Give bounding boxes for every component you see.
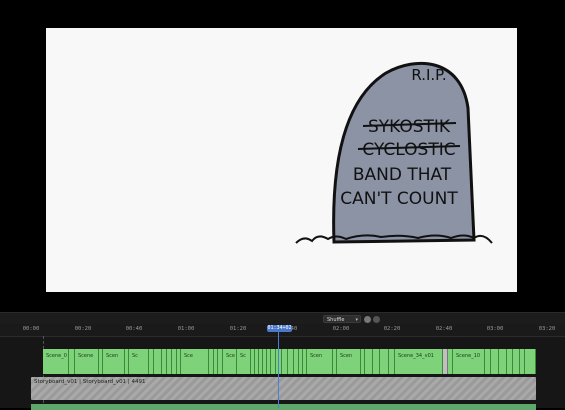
ruler-tick: 01:20: [229, 326, 247, 332]
shuffle-dropdown[interactable]: Shuffle ▾: [323, 315, 361, 323]
video-frame: R.I.P. SYKOSTIK CYCLOSTIC BAND THAT CAN'…: [46, 28, 517, 292]
clip[interactable]: Sce: [181, 349, 209, 374]
clip[interactable]: [499, 349, 507, 374]
ruler-tick: 02:40: [435, 326, 453, 332]
clip[interactable]: Scene_34_v01: [395, 349, 443, 374]
clip[interactable]: Scene: [75, 349, 99, 374]
clip[interactable]: [365, 349, 373, 374]
clip[interactable]: [491, 349, 499, 374]
clip[interactable]: [525, 349, 536, 374]
viewer-panel: R.I.P. SYKOSTIK CYCLOSTIC BAND THAT CAN'…: [0, 0, 565, 312]
audio-track-label: Storyboard_v01 | Storyboard_v01 | 4491: [34, 379, 146, 385]
ruler-tick: 00:20: [74, 326, 92, 332]
snap-icon[interactable]: [364, 316, 371, 323]
playhead-line[interactable]: [278, 332, 279, 408]
clip[interactable]: Scen: [307, 349, 333, 374]
tombstone-name-1: SYKOSTIK: [368, 117, 451, 137]
ruler-tick: 00:40: [125, 326, 143, 332]
tombstone-header: R.I.P.: [411, 66, 446, 84]
ruler-tick: 03:20: [538, 326, 556, 332]
ruler-tick: 01:00: [177, 326, 195, 332]
clip[interactable]: [154, 349, 162, 374]
clip[interactable]: Sce: [223, 349, 237, 374]
audio-track[interactable]: Storyboard_v01 | Storyboard_v01 | 4491: [31, 377, 536, 400]
tombstone-illustration: R.I.P. SYKOSTIK CYCLOSTIC BAND THAT CAN'…: [295, 61, 493, 244]
clip[interactable]: [380, 349, 389, 374]
tombstone-line-2: CAN'T COUNT: [340, 189, 458, 209]
video-track: Scene_0 Scene Scen Sc Sce Sce Sc Scen Sc…: [41, 349, 565, 374]
secondary-audio-track[interactable]: [31, 404, 536, 410]
clip[interactable]: Sc: [129, 349, 149, 374]
ruler-tick: 02:00: [332, 326, 350, 332]
clip[interactable]: Scene_0: [43, 349, 69, 374]
tombstone-line-1: BAND THAT: [353, 165, 452, 185]
ruler-tick: 00:00: [22, 326, 40, 332]
clip[interactable]: Scene_10: [453, 349, 485, 374]
tombstone-name-2: CYCLOSTIC: [362, 140, 455, 160]
clip[interactable]: [373, 349, 380, 374]
options-icon[interactable]: [373, 316, 380, 323]
timeline-editor: Shuffle ▾ 00:00 00:20 00:40 01:00 01:20 …: [0, 312, 565, 410]
clip[interactable]: [513, 349, 520, 374]
clip[interactable]: Scen: [337, 349, 361, 374]
chevron-down-icon: ▾: [355, 317, 358, 323]
playhead-time[interactable]: 01:34+02: [267, 325, 292, 332]
shuffle-label: Shuffle: [327, 317, 345, 323]
clip[interactable]: Sc: [237, 349, 251, 374]
ruler-tick: 02:20: [383, 326, 401, 332]
clip[interactable]: Scen: [103, 349, 125, 374]
ruler-tick: 03:00: [486, 326, 504, 332]
